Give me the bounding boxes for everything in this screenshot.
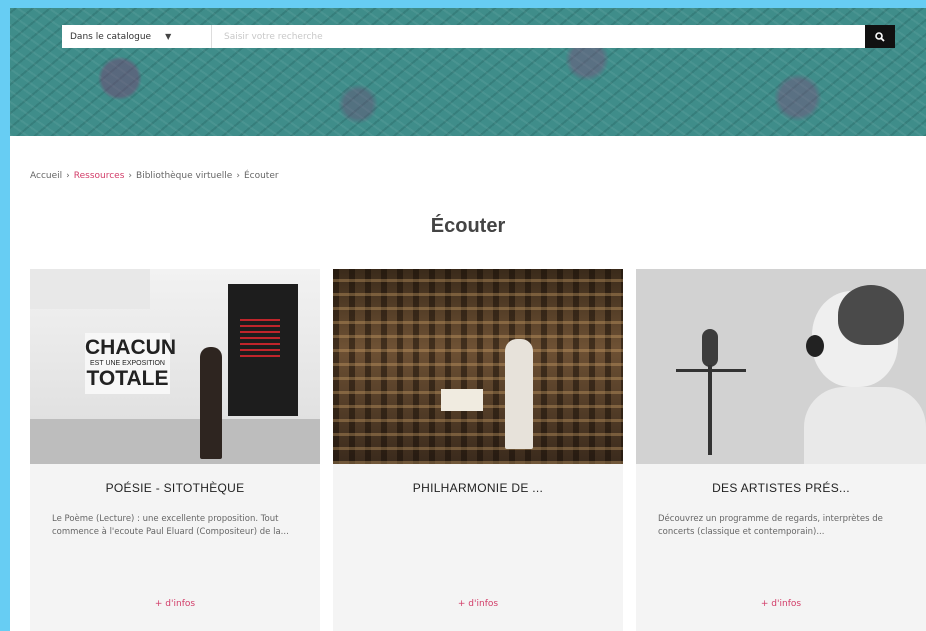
breadcrumb-home[interactable]: Accueil: [30, 171, 62, 181]
card-image-exhibition[interactable]: CHACUN EST UNE EXPOSITION TOTALE: [30, 269, 320, 464]
exhibition-sign-line3: TOTALE: [86, 367, 169, 390]
card-title[interactable]: DES ARTISTES PRÉS...: [636, 481, 926, 495]
exhibition-sign-line1: CHACUN: [85, 336, 176, 359]
card-title[interactable]: POÉSIE - SITOTHÈQUE: [30, 481, 320, 495]
breadcrumb-separator: ›: [236, 171, 240, 181]
card-image-singer[interactable]: [636, 269, 926, 464]
card-title[interactable]: PHILHARMONIE DE ...: [333, 481, 623, 495]
breadcrumb: Accueil › Ressources › Bibliothèque virt…: [30, 171, 279, 181]
card-description: Le Poème (Lecture) : une excellente prop…: [52, 514, 289, 537]
more-info-link[interactable]: + d'infos: [30, 599, 320, 609]
search-scope-select[interactable]: Dans le catalogue ▼: [62, 25, 212, 48]
resource-card[interactable]: PHILHARMONIE DE ... + d'infos: [333, 269, 623, 631]
exhibition-sign: CHACUN EST UNE EXPOSITION TOTALE: [85, 333, 176, 394]
page-title: Écouter: [430, 215, 506, 237]
more-info-link[interactable]: + d'infos: [333, 599, 623, 609]
search-input[interactable]: [212, 25, 865, 48]
search-bar: Dans le catalogue ▼: [62, 25, 895, 48]
breadcrumb-separator: ›: [66, 171, 70, 181]
search-scope-label: Dans le catalogue: [70, 31, 152, 42]
search-icon: [875, 31, 885, 42]
breadcrumb-ressources[interactable]: Ressources: [74, 171, 125, 181]
page: Dans le catalogue ▼ Accueil › Ressources…: [10, 8, 926, 631]
breadcrumb-bibliotheque[interactable]: Bibliothèque virtuelle: [136, 171, 232, 181]
breadcrumb-current: Écouter: [243, 171, 279, 181]
card-description: Découvrez un programme de regards, inter…: [658, 514, 883, 537]
resource-card[interactable]: DES ARTISTES PRÉS... Découvrez un progra…: [636, 269, 926, 631]
card-image-orchestra[interactable]: [333, 269, 623, 464]
search-button[interactable]: [865, 25, 895, 48]
more-info-link[interactable]: + d'infos: [636, 599, 926, 609]
chevron-down-icon: ▼: [165, 32, 172, 41]
resource-card[interactable]: CHACUN EST UNE EXPOSITION TOTALE POÉSIE …: [30, 269, 320, 631]
breadcrumb-separator: ›: [128, 171, 133, 181]
header-banner: Dans le catalogue ▼: [10, 8, 926, 136]
